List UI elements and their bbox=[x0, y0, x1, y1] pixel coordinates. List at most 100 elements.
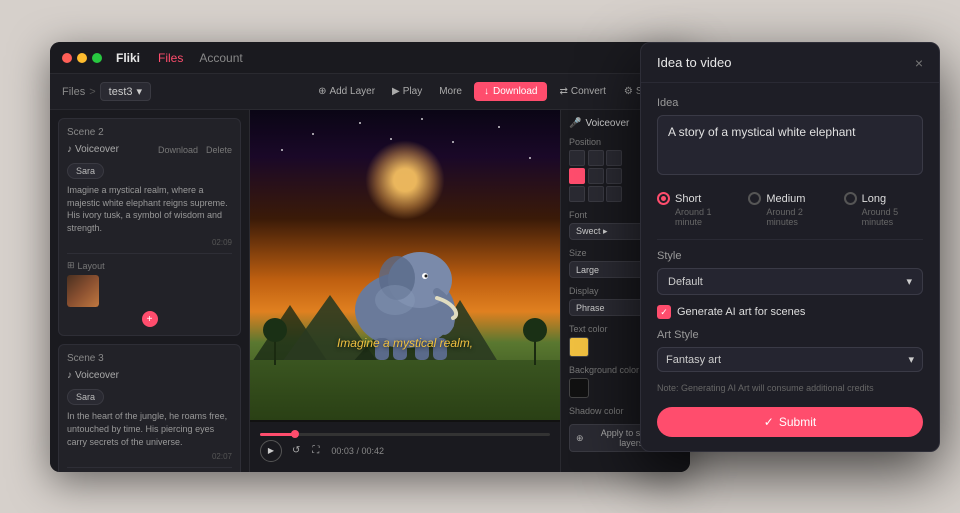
bg-color-swatch[interactable] bbox=[569, 378, 589, 398]
text-color-swatch[interactable] bbox=[569, 337, 589, 357]
progress-thumb[interactable] bbox=[291, 430, 299, 438]
credits-note: Note: Generating AI Art will consume add… bbox=[657, 382, 923, 395]
scene-3-title: Scene 3 bbox=[67, 353, 104, 364]
traffic-lights bbox=[62, 53, 102, 63]
fullscreen-button[interactable]: ⛶ bbox=[310, 443, 321, 458]
art-style-label: Art Style bbox=[657, 329, 923, 341]
chevron-down-icon-style: ▾ bbox=[906, 275, 912, 288]
add-scene-2-button[interactable]: + bbox=[142, 311, 158, 327]
toolbar-right: ⊕ Add Layer ▶ Play More ↓ Download ⇄ Con… bbox=[312, 82, 678, 101]
add-icon: ⊕ bbox=[318, 86, 326, 97]
download-voice-link[interactable]: Download bbox=[158, 145, 198, 155]
controls-row: ▶ ↺ ⛶ 00:03 / 00:42 bbox=[260, 440, 550, 462]
generate-ai-row: ✓ Generate AI art for scenes bbox=[657, 305, 923, 319]
layout-thumb-2[interactable] bbox=[67, 275, 99, 307]
layout-section-2: ⊞ Layout bbox=[67, 253, 232, 307]
scene-2-text: Imagine a mystical realm, where a majest… bbox=[67, 184, 232, 234]
more-button[interactable]: More bbox=[433, 83, 468, 100]
check-icon: ✓ bbox=[764, 415, 774, 429]
duration-long: Long Around 5 minutes bbox=[844, 192, 923, 227]
radio-short-label: Short bbox=[675, 193, 701, 205]
scenes-panel: Scene 2 ♪ Voiceover Download Delete Sara… bbox=[50, 110, 250, 472]
app-toolbar: Files > test3 ▾ ⊕ Add Layer ▶ Play More bbox=[50, 74, 690, 110]
radio-medium-label: Medium bbox=[766, 193, 805, 205]
pos-bot-right[interactable] bbox=[606, 186, 622, 202]
pos-top-right[interactable] bbox=[606, 150, 622, 166]
radio-medium[interactable] bbox=[748, 192, 761, 205]
chevron-down-icon-art: ▾ bbox=[908, 353, 914, 366]
voice-actions-2: Download Delete bbox=[158, 145, 232, 155]
play-icon: ▶ bbox=[392, 86, 400, 97]
breadcrumb: Files > test3 ▾ bbox=[62, 82, 151, 101]
app-nav: Files Account bbox=[158, 51, 243, 65]
convert-button[interactable]: ⇄ Convert bbox=[553, 83, 611, 100]
style-select[interactable]: Default ▾ bbox=[657, 268, 923, 295]
radio-medium-sublabel: Around 2 minutes bbox=[748, 207, 827, 227]
delete-voice-link[interactable]: Delete bbox=[206, 145, 232, 155]
radio-long-row: Long bbox=[844, 192, 923, 205]
layout-label-2: ⊞ Layout bbox=[67, 260, 232, 271]
download-button[interactable]: ↓ Download bbox=[474, 82, 547, 101]
voice-name-3[interactable]: Sara bbox=[67, 389, 104, 405]
chevron-down-icon: ▾ bbox=[137, 85, 143, 98]
idea-field-label: Idea bbox=[657, 97, 923, 109]
style-label: Style bbox=[657, 250, 923, 262]
scene-controls: ⊕ Add Layer ▶ Play More bbox=[312, 83, 468, 100]
generate-ai-checkbox[interactable]: ✓ bbox=[657, 305, 671, 319]
duration-row: Short Around 1 minute Medium Around 2 mi… bbox=[657, 192, 923, 227]
rewind-button[interactable]: ↺ bbox=[290, 443, 302, 458]
submit-button[interactable]: ✓ Submit bbox=[657, 407, 923, 437]
app-logo: Fliki bbox=[116, 51, 140, 65]
convert-icon: ⇄ bbox=[559, 86, 567, 97]
pos-mid-right[interactable] bbox=[606, 168, 622, 184]
play-pause-button[interactable]: ▶ bbox=[260, 440, 282, 462]
duration-short: Short Around 1 minute bbox=[657, 192, 732, 227]
video-frame: Imagine a mystical realm, bbox=[250, 110, 560, 420]
breadcrumb-files[interactable]: Files bbox=[62, 86, 85, 98]
art-style-select[interactable]: Fantasy art ▾ bbox=[657, 347, 923, 372]
pos-mid-left[interactable] bbox=[569, 168, 585, 184]
layout-icon: ⊞ bbox=[67, 260, 75, 271]
nav-files[interactable]: Files bbox=[158, 51, 183, 65]
divider bbox=[657, 239, 923, 240]
radio-medium-row: Medium bbox=[748, 192, 827, 205]
breadcrumb-project[interactable]: test3 ▾ bbox=[100, 82, 151, 101]
scene-2-header: Scene 2 bbox=[67, 127, 232, 138]
tree-right bbox=[520, 315, 550, 365]
modal-body: Idea A story of a mystical white elephan… bbox=[641, 83, 939, 451]
nav-account[interactable]: Account bbox=[199, 51, 242, 65]
maximize-traffic-light[interactable] bbox=[92, 53, 102, 63]
ground bbox=[250, 360, 560, 420]
position-grid[interactable] bbox=[569, 150, 623, 202]
progress-fill bbox=[260, 433, 295, 436]
pos-top-left[interactable] bbox=[569, 150, 585, 166]
scene-3-header: Scene 3 bbox=[67, 353, 232, 364]
scene-card-2: Scene 2 ♪ Voiceover Download Delete Sara… bbox=[58, 118, 241, 336]
close-traffic-light[interactable] bbox=[62, 53, 72, 63]
radio-long[interactable] bbox=[844, 192, 857, 205]
modal-header: Idea to video × bbox=[641, 43, 939, 83]
art-style-row: Fantasy art ▾ bbox=[657, 347, 923, 372]
modal-close-button[interactable]: × bbox=[915, 56, 923, 70]
voiceover-label-2: ♪ Voiceover bbox=[67, 144, 119, 155]
voiceover-label-3: ♪ Voiceover bbox=[67, 370, 119, 381]
pos-bot-left[interactable] bbox=[569, 186, 585, 202]
add-scene-button[interactable]: ⊕ Add Layer bbox=[312, 83, 381, 100]
voice-name-2[interactable]: Sara bbox=[67, 163, 104, 179]
idea-textarea[interactable]: A story of a mystical white elephant bbox=[657, 115, 923, 175]
gear-icon: ⚙ bbox=[624, 86, 633, 97]
breadcrumb-sep: > bbox=[89, 86, 95, 98]
generate-ai-label: Generate AI art for scenes bbox=[677, 306, 805, 318]
total-time: 00:42 bbox=[361, 446, 384, 456]
pos-bot-center[interactable] bbox=[588, 186, 604, 202]
scene-3-timestamp: 02:07 bbox=[67, 452, 232, 461]
music-icon-3: ♪ bbox=[67, 370, 72, 381]
radio-short[interactable] bbox=[657, 192, 670, 205]
play-button[interactable]: ▶ Play bbox=[386, 83, 428, 100]
tree-left bbox=[260, 315, 290, 365]
minimize-traffic-light[interactable] bbox=[77, 53, 87, 63]
pos-top-center[interactable] bbox=[588, 150, 604, 166]
progress-bar[interactable] bbox=[260, 433, 550, 436]
pos-mid-center[interactable] bbox=[588, 168, 604, 184]
app-titlebar: Fliki Files Account bbox=[50, 42, 690, 74]
